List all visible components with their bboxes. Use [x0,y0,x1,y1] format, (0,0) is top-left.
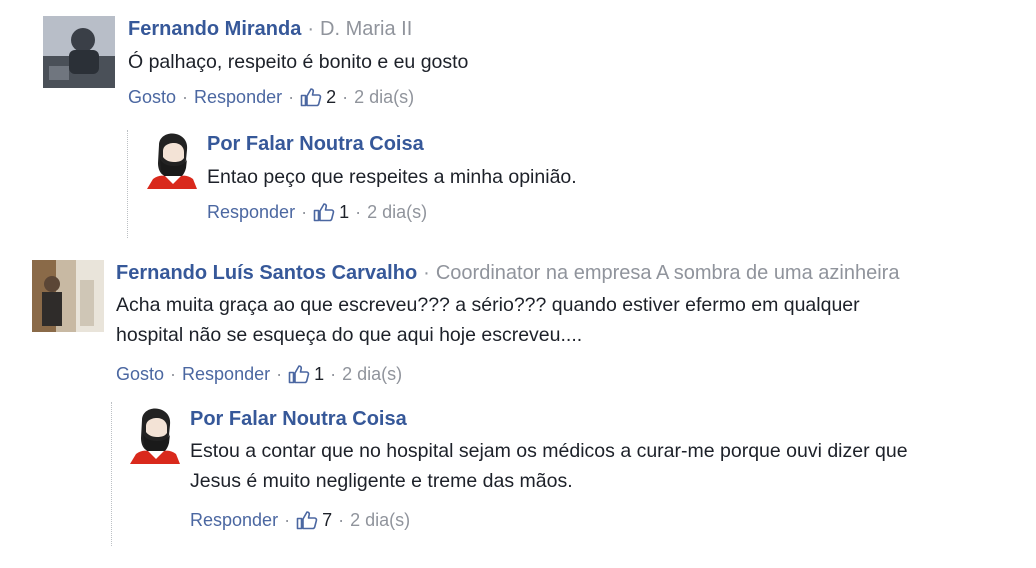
reply-button[interactable]: Responder [194,85,282,109]
separator: · [338,510,345,530]
separator: · [170,364,177,384]
avatar[interactable] [147,131,197,189]
reply-thread-line [111,402,112,546]
comment-author[interactable]: Por Falar Noutra Coisa [207,133,424,155]
comment-author[interactable]: Fernando Luís Santos Carvalho [116,262,417,284]
separator: · [342,87,349,107]
reply-thread-line [127,130,128,238]
comment-text: Ó palhaço, respeito é bonito e eu gosto [128,51,469,73]
like-count: 1 [339,202,350,222]
timestamp[interactable]: 2 dia(s) [342,362,402,386]
comment-text-line: Jesus é muito negligente e treme das mão… [190,470,573,492]
avatar[interactable] [43,16,115,88]
comment-text: Acha muita graça ao que escreveu??? a sé… [116,290,1036,350]
timestamp[interactable]: 2 dia(s) [367,200,427,224]
comment-text-line: Acha muita graça ao que escreveu??? a sé… [116,294,860,316]
comment-text: Entao peço que respeites a minha opinião… [207,166,577,188]
like-count: 1 [314,364,325,384]
timestamp[interactable]: 2 dia(s) [350,508,410,532]
comment-text-line: Estou a contar que no hospital sejam os … [190,440,908,462]
separator: · [307,18,315,40]
thumbs-up-icon[interactable] [288,364,310,384]
thumbs-up-icon[interactable] [300,87,322,107]
comment-author[interactable]: Fernando Miranda [128,18,301,40]
bearded-man-icon [130,406,180,464]
avatar-photo-icon [32,260,104,332]
like-button[interactable]: Gosto [116,362,164,386]
separator: · [301,202,308,222]
avatar-photo-icon [43,16,115,88]
reply-button[interactable]: Responder [182,362,270,386]
like-count: 2 [326,87,337,107]
separator: · [423,262,430,284]
comment-text-line: hospital não se esqueça do que aqui hoje… [116,324,583,346]
avatar[interactable] [32,260,104,332]
separator: · [276,364,283,384]
like-button[interactable]: Gosto [128,85,176,109]
thumbs-up-icon[interactable] [313,202,335,222]
author-subtitle: Coordinator na empresa A sombra de uma a… [435,262,900,284]
like-count: 7 [322,510,333,530]
separator: · [284,510,291,530]
separator: · [288,87,295,107]
thumbs-up-icon[interactable] [296,510,318,530]
bearded-man-icon [147,131,197,189]
comment-author[interactable]: Por Falar Noutra Coisa [190,408,407,430]
separator: · [330,364,337,384]
comment-text: Estou a contar que no hospital sejam os … [190,436,1010,496]
author-subtitle: D. Maria II [320,18,413,40]
avatar[interactable] [130,406,180,464]
timestamp[interactable]: 2 dia(s) [354,85,414,109]
reply-button[interactable]: Responder [207,200,295,224]
separator: · [355,202,362,222]
separator: · [182,87,189,107]
reply-button[interactable]: Responder [190,508,278,532]
